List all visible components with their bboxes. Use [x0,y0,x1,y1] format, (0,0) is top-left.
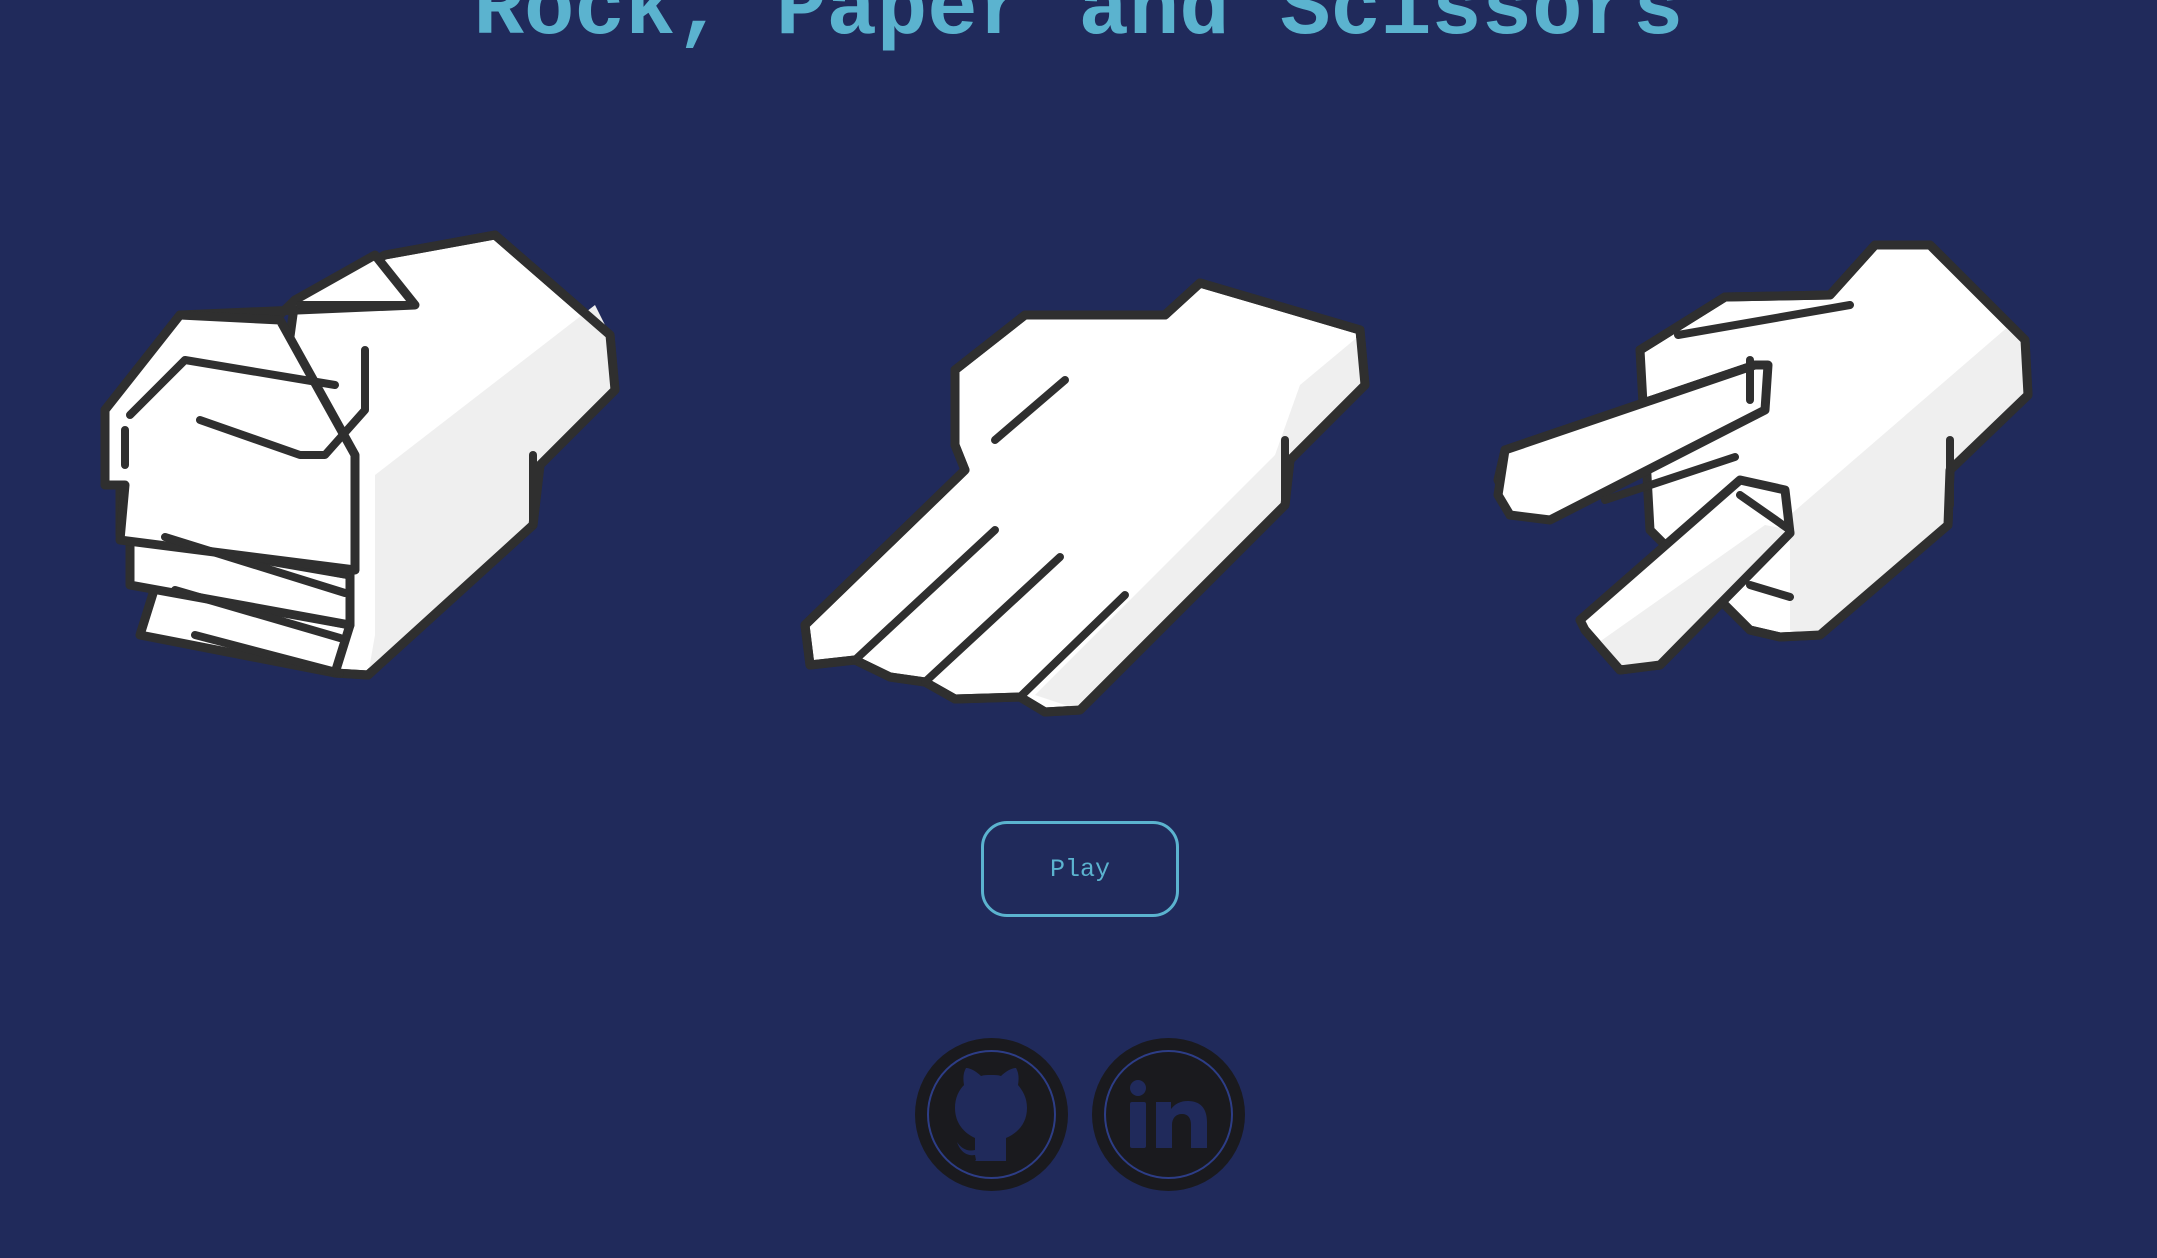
paper-hand-icon [800,278,1370,717]
linkedin-icon [1130,1080,1207,1148]
play-button[interactable]: Play [981,821,1179,917]
linkedin-link[interactable] [1092,1038,1245,1191]
paper-choice[interactable] [795,265,1385,735]
scissors-hand-icon [1493,240,2033,675]
github-link[interactable] [915,1038,1068,1191]
rock-hand-icon [100,230,620,680]
choices-row [0,0,2157,760]
github-icon [955,1068,1027,1161]
rock-choice[interactable] [85,215,655,695]
scissors-choice[interactable] [1490,225,2050,695]
